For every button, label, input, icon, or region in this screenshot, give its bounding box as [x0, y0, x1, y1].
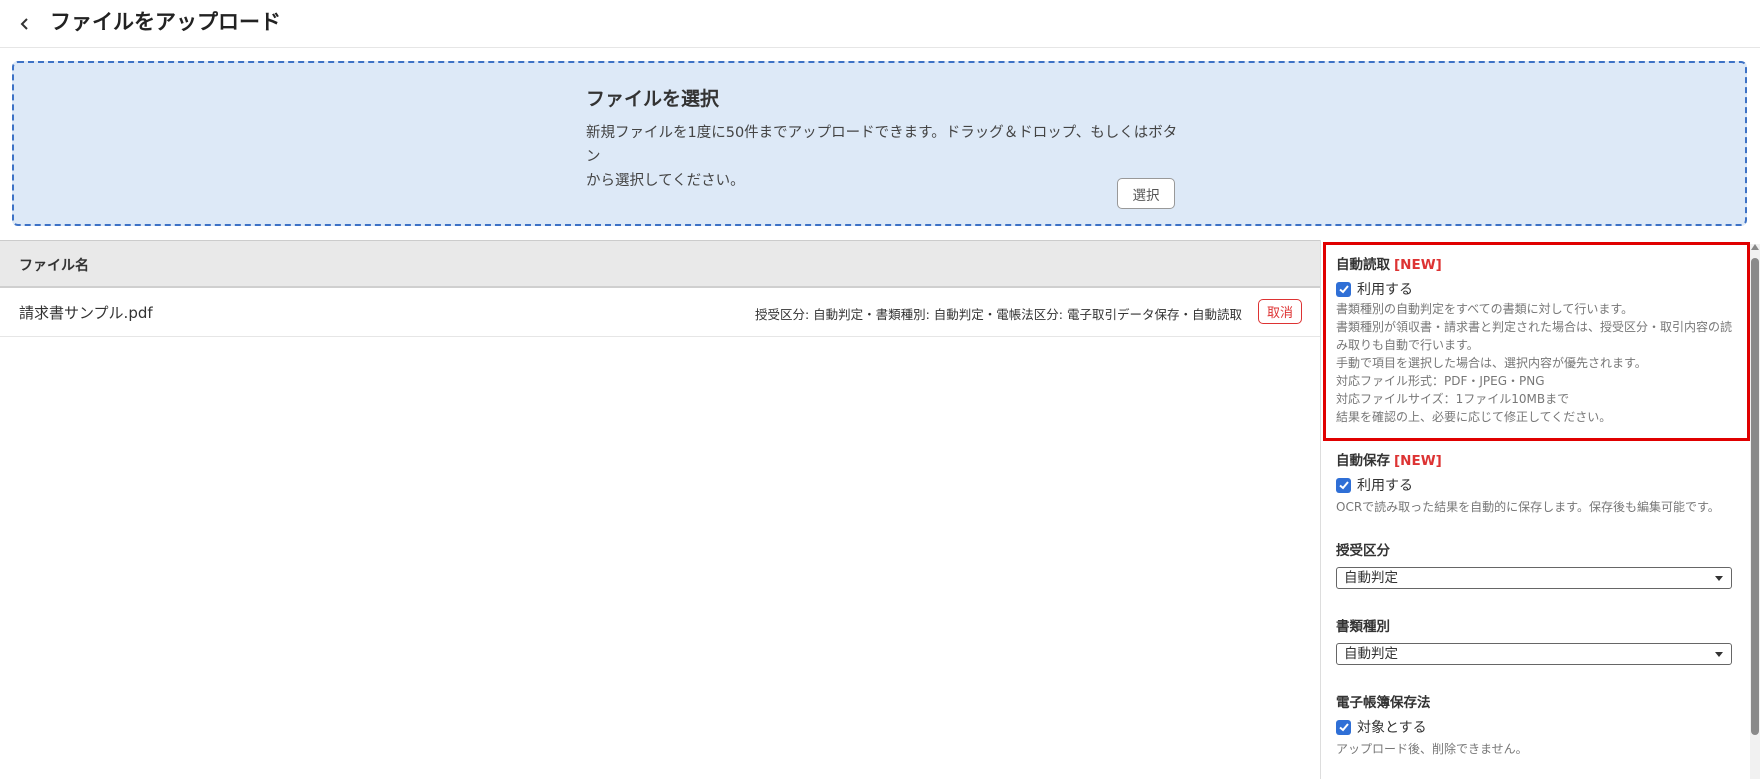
transfer-type-select[interactable]: 自動判定 — [1336, 567, 1732, 589]
ebook-law-checkbox[interactable] — [1336, 719, 1351, 735]
dropdown-arrow-icon — [1715, 576, 1723, 581]
auto-save-checkbox[interactable] — [1336, 477, 1351, 493]
auto-read-help: 書類種別の自動判定をすべての書類に対して行います。 書類種別が領収書・請求書と判… — [1336, 300, 1740, 426]
table-header: ファイル名 — [0, 240, 1320, 288]
new-badge: [NEW] — [1394, 257, 1442, 273]
ebook-law-help: アップロード後、削除できません。 — [1336, 742, 1528, 756]
transfer-type-section: 授受区分 自動判定 — [1336, 541, 1732, 589]
auto-save-option[interactable]: 利用する — [1336, 475, 1740, 495]
file-table: ファイル名 請求書サンプル.pdf 授受区分: 自動判定・書類種別: 自動判定・… — [0, 240, 1320, 337]
table-row: 請求書サンプル.pdf 授受区分: 自動判定・書類種別: 自動判定・電帳法区分:… — [0, 288, 1320, 337]
scroll-thumb[interactable] — [1751, 258, 1759, 735]
file-attributes: 授受区分: 自動判定・書類種別: 自動判定・電帳法区分: 電子取引データ保存・自… — [754, 307, 1242, 322]
dropzone-title: ファイルを選択 — [586, 88, 720, 110]
ebook-law-title: 電子帳簿保存法 — [1336, 695, 1431, 711]
auto-read-option[interactable]: 利用する — [1336, 279, 1740, 299]
cancel-button[interactable]: 取消 — [1257, 299, 1302, 324]
auto-read-checkbox-label: 利用する — [1357, 282, 1413, 298]
auto-read-help-line: 手動で項目を選択した場合は、選択内容が優先されます。 — [1336, 356, 1647, 370]
check-icon — [1338, 285, 1349, 294]
scroll-up-icon[interactable] — [1751, 244, 1759, 250]
transfer-type-title: 授受区分 — [1336, 543, 1390, 559]
ebook-law-option[interactable]: 対象とする — [1336, 717, 1740, 737]
file-name: 請求書サンプル.pdf — [19, 304, 153, 322]
page-title: ファイルをアップロード — [50, 10, 281, 34]
doc-type-value: 自動判定 — [1344, 646, 1398, 662]
ebook-law-checkbox-label: 対象とする — [1357, 720, 1427, 736]
select-file-button[interactable]: 選択 — [1117, 178, 1175, 209]
auto-read-help-line: 対応ファイルサイズ：1ファイル10MBまで — [1336, 392, 1570, 406]
auto-save-help: OCRで読み取った結果を自動的に保存します。保存後も編集可能です。 — [1336, 500, 1720, 514]
auto-read-help-line: み取りも自動で行います。 — [1336, 338, 1479, 352]
auto-read-title-text: 自動読取 — [1336, 257, 1390, 273]
transfer-type-value: 自動判定 — [1344, 570, 1398, 586]
auto-read-checkbox[interactable] — [1336, 281, 1351, 297]
auto-save-title-text: 自動保存 — [1336, 453, 1390, 469]
check-icon — [1338, 723, 1349, 732]
column-header-filename: ファイル名 — [19, 258, 89, 274]
chevron-left-icon[interactable] — [14, 11, 36, 37]
doc-type-select[interactable]: 自動判定 — [1336, 643, 1732, 665]
dropzone-description-line1: 新規ファイルを1度に50件までアップロードできます。ドラッグ＆ドロップ、もしくは… — [586, 125, 1178, 165]
auto-read-title: 自動読取 [NEW] — [1336, 255, 1740, 275]
auto-read-help-line: 結果を確認の上、必要に応じて修正してください。 — [1336, 410, 1612, 424]
auto-read-section: 自動読取 [NEW] 利用する 書類種別の自動判定をすべての書類に対して行います。… — [1336, 255, 1740, 426]
doc-type-title: 書類種別 — [1336, 619, 1390, 635]
page-header: ファイルをアップロード — [0, 0, 1760, 48]
doc-type-section: 書類種別 自動判定 — [1336, 617, 1732, 665]
dropdown-arrow-icon — [1715, 652, 1723, 657]
check-icon — [1338, 481, 1349, 490]
auto-save-checkbox-label: 利用する — [1357, 478, 1413, 494]
auto-read-help-line: 対応ファイル形式：PDF・JPEG・PNG — [1336, 374, 1545, 388]
dropzone-description-line2: から選択してください。 — [586, 173, 745, 189]
auto-read-help-line: 書類種別が領収書・請求書と判定された場合は、授受区分・取引内容の読 — [1336, 320, 1733, 334]
panel-scrollbar[interactable] — [1750, 244, 1760, 779]
auto-save-title: 自動保存 [NEW] — [1336, 451, 1740, 471]
file-dropzone[interactable]: ファイルを選択 新規ファイルを1度に50件までアップロードできます。ドラッグ＆ド… — [12, 61, 1747, 226]
auto-save-section: 自動保存 [NEW] 利用する OCRで読み取った結果を自動的に保存します。保存後… — [1336, 451, 1740, 516]
dropzone-description: 新規ファイルを1度に50件までアップロードできます。ドラッグ＆ドロップ、もしくは… — [586, 121, 1186, 193]
ebook-law-section: 電子帳簿保存法 対象とする アップロード後、削除できません。 — [1336, 693, 1740, 758]
auto-read-help-line: 書類種別の自動判定をすべての書類に対して行います。 — [1336, 302, 1634, 316]
new-badge: [NEW] — [1394, 453, 1442, 469]
